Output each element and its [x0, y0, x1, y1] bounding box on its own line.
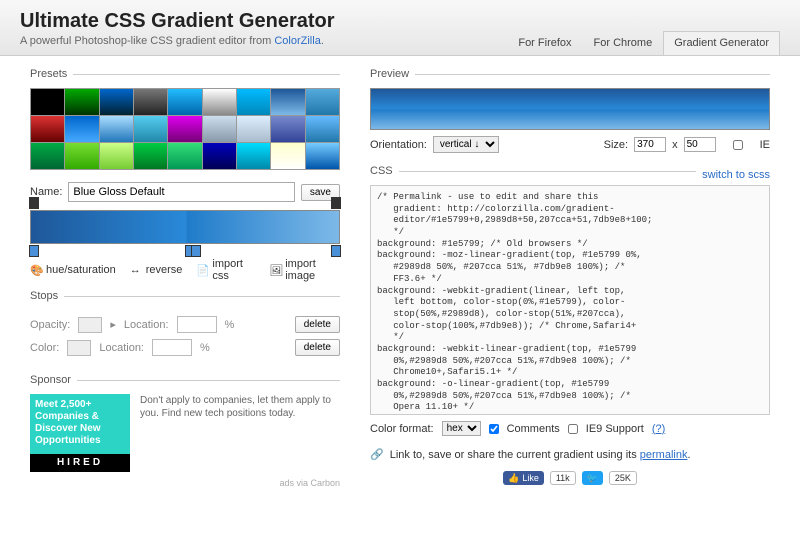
preset-swatch[interactable]: [134, 116, 167, 142]
preset-swatch[interactable]: [203, 89, 236, 115]
comments-checkbox[interactable]: [489, 424, 499, 434]
width-input[interactable]: [634, 137, 666, 152]
preset-swatch[interactable]: [65, 89, 98, 115]
delete-color-stop-button[interactable]: delete: [295, 339, 340, 356]
color-stop-marker[interactable]: [191, 245, 201, 257]
image-icon: 🖼: [269, 264, 281, 276]
preset-swatch[interactable]: [100, 89, 133, 115]
preset-swatch[interactable]: [134, 89, 167, 115]
opacity-stop-marker[interactable]: [29, 197, 39, 209]
fb-like-button[interactable]: 👍 Like: [503, 471, 544, 485]
preset-swatch[interactable]: [271, 89, 304, 115]
preview-gradient: [370, 88, 770, 130]
preset-swatch[interactable]: [100, 143, 133, 169]
ie9-checkbox[interactable]: [568, 424, 578, 434]
preset-swatch[interactable]: [237, 89, 270, 115]
css-legend: CSS: [370, 165, 399, 177]
preset-swatch[interactable]: [31, 89, 64, 115]
tab-chrome[interactable]: For Chrome: [583, 31, 664, 55]
editor-actions: 🎨hue/saturation ↔reverse 📄import css 🖼im…: [30, 258, 340, 282]
switch-scss-link[interactable]: switch to scss: [696, 169, 770, 181]
permalink-link[interactable]: permalink: [640, 449, 688, 461]
format-row: Color format: hex Comments IE9 Support (…: [370, 421, 770, 436]
preset-swatch[interactable]: [237, 143, 270, 169]
preset-swatch[interactable]: [168, 116, 201, 142]
preset-swatch[interactable]: [65, 116, 98, 142]
preset-swatch[interactable]: [271, 116, 304, 142]
header: Ultimate CSS Gradient Generator A powerf…: [0, 0, 800, 56]
preset-swatch[interactable]: [168, 89, 201, 115]
ie-checkbox[interactable]: [722, 140, 754, 150]
import-icon: 📄: [196, 264, 208, 276]
preset-swatch[interactable]: [65, 143, 98, 169]
color-stop-marker[interactable]: [29, 245, 39, 257]
page-title: Ultimate CSS Gradient Generator: [20, 10, 780, 33]
gradient-preview-bar[interactable]: [30, 210, 340, 244]
fb-like-count: 11k: [550, 471, 576, 485]
sponsor-legend: Sponsor: [30, 374, 77, 386]
presets-legend: Presets: [30, 68, 73, 80]
permalink-row: 🔗 Link to, save or share the current gra…: [370, 448, 770, 461]
delete-opacity-stop-button[interactable]: delete: [295, 316, 340, 333]
preset-swatch[interactable]: [306, 116, 339, 142]
presets-grid: [30, 88, 340, 170]
opacity-location-input[interactable]: [177, 316, 217, 333]
hue-saturation-button[interactable]: 🎨hue/saturation: [30, 258, 116, 282]
sponsor-text[interactable]: Don't apply to companies, let them apply…: [140, 394, 340, 420]
color-format-select[interactable]: hex: [442, 421, 481, 436]
nav-tabs: For Firefox For Chrome Gradient Generato…: [507, 31, 780, 55]
opacity-swatch[interactable]: [78, 317, 102, 333]
css-section: CSS switch to scss /* Permalink - use to…: [370, 165, 770, 436]
gradient-editor[interactable]: [30, 210, 340, 244]
tweet-count: 25K: [609, 471, 637, 485]
stops-legend: Stops: [30, 290, 64, 302]
preset-swatch[interactable]: [203, 143, 236, 169]
color-stop-row: Color: Location: % delete: [30, 339, 340, 356]
tab-gradient-generator[interactable]: Gradient Generator: [663, 31, 780, 55]
preset-swatch[interactable]: [31, 116, 64, 142]
link-icon: 🔗: [370, 448, 384, 461]
presets-section: Presets: [30, 68, 340, 170]
preset-swatch[interactable]: [203, 116, 236, 142]
preview-controls: Orientation: vertical ↓ Size: x IE: [370, 136, 770, 153]
sponsor-ad[interactable]: Meet 2,500+ Companies & Discover New Opp…: [30, 394, 130, 472]
opacity-stop-marker[interactable]: [331, 197, 341, 209]
name-row: Name: save: [30, 182, 340, 202]
reverse-button[interactable]: ↔reverse: [130, 258, 183, 282]
color-location-input[interactable]: [152, 339, 192, 356]
social-buttons: 👍 Like 11k 🐦 25K: [370, 471, 770, 485]
ie9-help-link[interactable]: (?): [652, 423, 665, 435]
tweet-button[interactable]: 🐦: [582, 471, 603, 485]
color-stop-marker[interactable]: [331, 245, 341, 257]
reverse-icon: ↔: [130, 264, 142, 276]
color-swatch[interactable]: [67, 340, 91, 356]
preset-swatch[interactable]: [306, 143, 339, 169]
preset-swatch[interactable]: [271, 143, 304, 169]
tab-firefox[interactable]: For Firefox: [507, 31, 582, 55]
preset-swatch[interactable]: [168, 143, 201, 169]
preset-swatch[interactable]: [306, 89, 339, 115]
colorzilla-link[interactable]: ColorZilla: [274, 35, 320, 47]
ads-attribution[interactable]: ads via Carbon: [30, 478, 340, 488]
import-css-button[interactable]: 📄import css: [196, 258, 255, 282]
name-input[interactable]: [68, 182, 294, 202]
preview-legend: Preview: [370, 68, 415, 80]
orientation-select[interactable]: vertical ↓: [433, 136, 499, 153]
opacity-stop-row: Opacity: ▸ Location: % delete: [30, 316, 340, 333]
preset-swatch[interactable]: [100, 116, 133, 142]
preset-swatch[interactable]: [237, 116, 270, 142]
stops-section: Stops Opacity: ▸ Location: % delete Colo…: [30, 290, 340, 362]
sponsor-section: Sponsor Meet 2,500+ Companies & Discover…: [30, 374, 340, 488]
preset-swatch[interactable]: [134, 143, 167, 169]
hue-icon: 🎨: [30, 264, 42, 276]
height-input[interactable]: [684, 137, 716, 152]
css-output[interactable]: /* Permalink - use to edit and share thi…: [370, 185, 770, 415]
preset-swatch[interactable]: [31, 143, 64, 169]
preview-section: Preview Orientation: vertical ↓ Size: x …: [370, 68, 770, 153]
import-image-button[interactable]: 🖼import image: [269, 258, 340, 282]
